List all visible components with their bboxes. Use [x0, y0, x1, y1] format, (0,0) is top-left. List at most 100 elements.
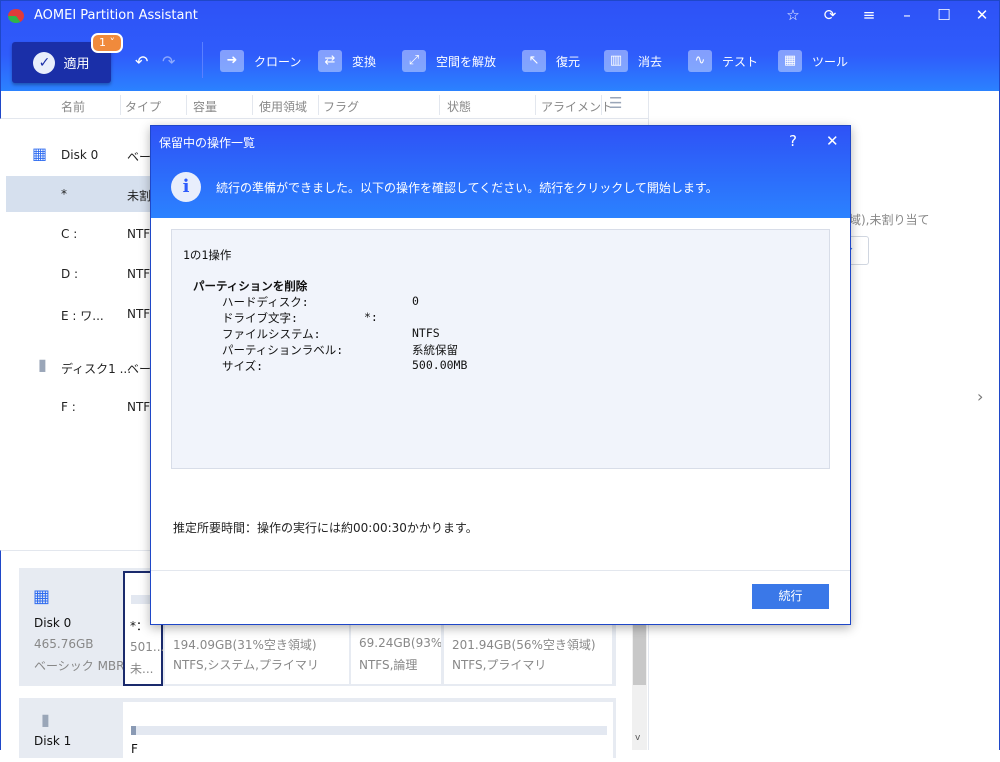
detail-value: 500.00MB [412, 358, 468, 372]
tools-button[interactable]: ▦ ツール [778, 50, 848, 72]
expand-icon: ⤢ [402, 50, 426, 72]
row-name: C : [61, 227, 78, 241]
toolbar-divider [202, 42, 203, 78]
partition-label: *： [130, 619, 149, 633]
detail-value: *: [364, 310, 378, 324]
column-header: 名前 タイプ 容量 使用領域 フラグ 状態 アライメント ☰ [0, 91, 648, 119]
pending-count-badge[interactable]: 1 ˅ [91, 33, 123, 53]
wipe-button[interactable]: ▥ 消去 [604, 50, 662, 72]
wipe-label: 消去 [638, 54, 663, 69]
menu-icon[interactable]: ≡ [857, 6, 881, 24]
row-name: D : [61, 267, 79, 281]
dialog-footer-divider [151, 570, 850, 571]
disk-icon: ▦ [33, 586, 51, 607]
convert-label: 変換 [352, 54, 377, 69]
app-logo-icon [8, 9, 24, 23]
dialog-message: 続行の準備ができました。以下の操作を確認してください。続行をクリックして開始しま… [216, 181, 718, 195]
convert-button[interactable]: ⇄ 変換 [318, 50, 376, 72]
disk0-type: ベーシック MBR [34, 659, 125, 673]
shredder-icon: ▥ [604, 50, 628, 72]
recover-label: 復元 [556, 54, 581, 69]
partition-size: 69.24GB(93%... [359, 636, 441, 650]
usb-icon: ▮ [41, 710, 50, 729]
col-status[interactable]: 状態 [447, 98, 471, 115]
recover-button[interactable]: ↖ 復元 [522, 50, 580, 72]
continue-button[interactable]: 続行 [752, 584, 829, 609]
detail-value: 系統保留 [412, 343, 458, 357]
partition-size: 501.... [130, 640, 169, 654]
pending-operations-dialog: 保留中の操作一覧 ? ✕ i 続行の準備ができました。以下の操作を確認してくださ… [150, 125, 851, 625]
minimize-button[interactable]: – [895, 6, 919, 24]
detail-key: パーティションラベル: [222, 343, 344, 357]
test-label: テスト [722, 54, 759, 69]
partition-info: 未... [130, 662, 154, 676]
clone-icon: ➜ [220, 50, 244, 72]
badge-count: 1 [99, 36, 106, 49]
row-name: Disk 0 [61, 148, 99, 162]
pulse-icon: ∿ [688, 50, 712, 72]
operations-list: 1の1操作 パーティションを削除 ハードディスク: 0 ドライブ文字: *: ファイ… [171, 229, 830, 469]
usb-icon: ▮ [38, 355, 47, 374]
column-settings-icon[interactable]: ☰ [609, 94, 622, 112]
check-icon: ✓ [33, 51, 56, 74]
col-used[interactable]: 使用領域 [259, 98, 307, 115]
help-button[interactable]: ? [789, 132, 797, 150]
recover-icon: ↖ [522, 50, 546, 72]
col-alignment[interactable]: アライメント [541, 98, 613, 115]
operation-title: パーティションを削除 [193, 279, 308, 293]
detail-key: ファイルシステム: [222, 327, 321, 341]
apply-label: 適用 [63, 57, 90, 72]
test-button[interactable]: ∿ テスト [688, 50, 758, 72]
maximize-button[interactable]: ☐ [932, 6, 956, 24]
detail-key: ドライブ文字: [222, 311, 298, 325]
disk1-name: Disk 1 [34, 734, 72, 748]
free-space-label: 空間を解放 [436, 54, 497, 69]
free-space-button[interactable]: ⤢ 空間を解放 [402, 50, 496, 72]
chevron-down-icon[interactable]: v [635, 733, 640, 743]
row-name: * [61, 187, 67, 201]
dialog-title: 保留中の操作一覧 [159, 136, 256, 150]
col-flag[interactable]: フラグ [323, 98, 359, 115]
estimated-time: 推定所要時間：操作の実行には約00:00:30かかります。 [173, 521, 478, 535]
redo-icon[interactable]: ↷ [162, 52, 175, 71]
partition-size: 194.09GB(31%空き領域) [173, 638, 317, 652]
row-type: 未割 [127, 189, 152, 203]
detail-key: ハードディスク: [222, 295, 309, 309]
right-panel-text: 域),未割り当て [849, 213, 930, 227]
partition-info: NTFS,論理 [359, 658, 418, 672]
detail-value: NTFS [412, 326, 440, 340]
disk0-size: 465.76GB [34, 637, 94, 651]
detail-value: 0 [412, 294, 419, 308]
partition-info: NTFS,システム,プライマリ [173, 658, 319, 672]
chevron-right-icon[interactable]: › [977, 387, 983, 406]
refresh-icon[interactable]: ⟳ [818, 6, 842, 24]
col-name[interactable]: 名前 [61, 98, 85, 115]
undo-icon[interactable]: ↶ [135, 52, 148, 71]
usage-bar [131, 726, 607, 735]
star-icon[interactable]: ☆ [781, 6, 805, 24]
disk1-card[interactable]: ▮ Disk 1 F [19, 698, 616, 762]
dialog-header [151, 126, 850, 218]
partition-size: 201.94GB(56%空き領域) [452, 638, 596, 652]
partition-label: F [131, 742, 138, 756]
col-type[interactable]: タイプ [125, 98, 161, 115]
convert-icon: ⇄ [318, 50, 342, 72]
row-name: ディスク1 ... [61, 362, 132, 376]
col-capacity[interactable]: 容量 [193, 98, 217, 115]
disk-icon: ▦ [32, 144, 48, 163]
row-name: F : [61, 400, 76, 414]
row-name: E : ワ... [61, 309, 104, 323]
partition-f[interactable]: F [123, 702, 613, 762]
disk0-name: Disk 0 [34, 616, 72, 630]
detail-key: サイズ: [222, 359, 264, 373]
operation-count: 1の1操作 [183, 248, 232, 262]
partition-info: NTFS,プライマリ [452, 658, 547, 672]
app-title: AOMEI Partition Assistant [34, 8, 198, 23]
clone-button[interactable]: ➜ クローン [220, 50, 301, 72]
clone-label: クローン [254, 54, 302, 69]
close-button[interactable]: ✕ [970, 6, 994, 24]
grid-icon: ▦ [778, 50, 802, 72]
info-icon: i [171, 172, 201, 202]
tools-label: ツール [812, 54, 849, 69]
dialog-close-button[interactable]: ✕ [826, 132, 839, 150]
